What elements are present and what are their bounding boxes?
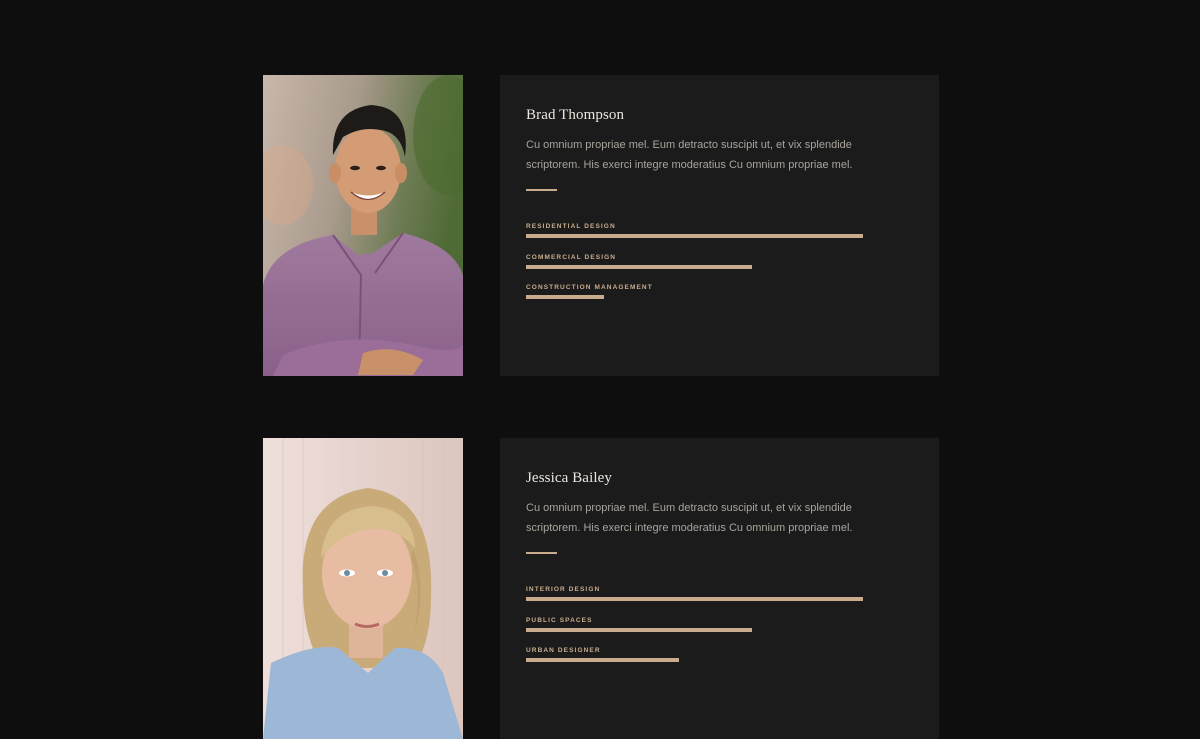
skill-fill bbox=[526, 234, 863, 238]
member-bio: Cu omnium propriae mel. Eum detracto sus… bbox=[526, 502, 853, 534]
team-member-brad-thompson: Brad Thompson Cu omnium propriae mel. Eu… bbox=[263, 75, 939, 376]
skill-label: RESIDENTIAL DESIGN bbox=[526, 223, 616, 230]
team-member-card: Jessica Bailey Cu omnium propriae mel. E… bbox=[500, 438, 939, 739]
skill-track bbox=[526, 658, 866, 662]
skill-label: URBAN DESIGNER bbox=[526, 647, 601, 654]
skill-fill bbox=[526, 597, 863, 601]
divider bbox=[526, 552, 557, 554]
team-member-photo bbox=[263, 75, 463, 376]
skill-label: COMMERCIAL DESIGN bbox=[526, 254, 617, 261]
skill-bar: PUBLIC SPACES bbox=[526, 617, 866, 632]
skill-track bbox=[526, 628, 866, 632]
skill-bar: INTERIOR DESIGN bbox=[526, 586, 866, 601]
skill-fill bbox=[526, 265, 753, 269]
member-name: Jessica Bailey bbox=[526, 470, 612, 486]
skill-label: PUBLIC SPACES bbox=[526, 617, 593, 624]
team-member-jessica-bailey: Jessica Bailey Cu omnium propriae mel. E… bbox=[263, 438, 939, 739]
skill-track bbox=[526, 295, 866, 299]
member-name: Brad Thompson bbox=[526, 107, 625, 123]
divider bbox=[526, 189, 557, 191]
skill-track bbox=[526, 234, 866, 238]
skill-bar: RESIDENTIAL DESIGN bbox=[526, 223, 866, 238]
skill-label: INTERIOR DESIGN bbox=[526, 586, 601, 593]
skill-label: CONSTRUCTION MANAGEMENT bbox=[526, 284, 653, 291]
woman-portrait-image bbox=[263, 438, 463, 739]
team-member-photo bbox=[263, 438, 463, 739]
skill-bar: CONSTRUCTION MANAGEMENT bbox=[526, 284, 866, 299]
member-bio: Cu omnium propriae mel. Eum detracto sus… bbox=[526, 139, 853, 171]
man-portrait-image bbox=[263, 75, 463, 376]
skill-fill bbox=[526, 658, 679, 662]
skill-track bbox=[526, 597, 866, 601]
skill-bar: URBAN DESIGNER bbox=[526, 647, 866, 662]
skill-bar: COMMERCIAL DESIGN bbox=[526, 254, 866, 269]
skill-track bbox=[526, 265, 866, 269]
team-member-card: Brad Thompson Cu omnium propriae mel. Eu… bbox=[500, 75, 939, 376]
skill-fill bbox=[526, 628, 753, 632]
skill-fill bbox=[526, 295, 605, 299]
